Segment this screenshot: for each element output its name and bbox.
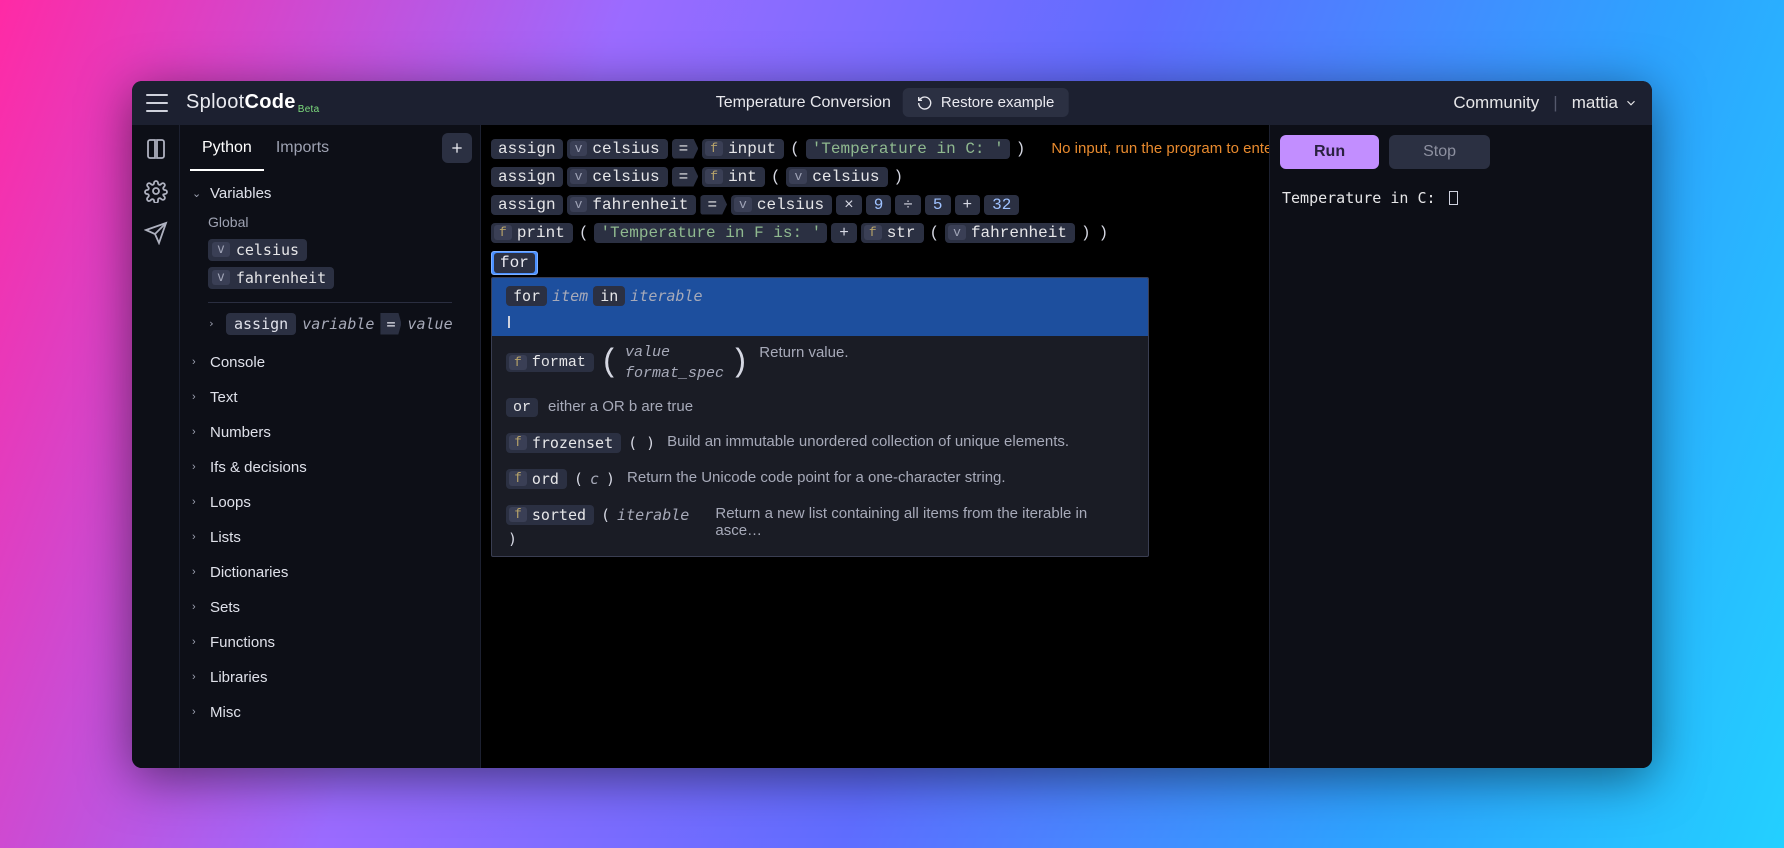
autocomplete-popup: for item in iterable fformat ( valueform… — [491, 277, 1149, 557]
section-sets[interactable]: ›Sets — [186, 590, 474, 625]
titlebar: SplootCodeBeta Temperature Conversion Re… — [132, 81, 1652, 125]
book-icon[interactable] — [144, 137, 168, 161]
side-panel: Python Imports ⌄Variables Global vcelsiu… — [180, 125, 481, 768]
cursor-indicator — [508, 316, 510, 328]
editing-token[interactable]: for — [491, 251, 538, 275]
section-numbers[interactable]: ›Numbers — [186, 415, 474, 450]
code-line: assign vfahrenheit = vcelsius × 9 ÷ 5 + … — [491, 191, 1259, 219]
section-variables[interactable]: ⌄Variables — [186, 177, 474, 210]
chevron-right-icon: › — [192, 356, 204, 368]
variable-chip[interactable]: vfahrenheit — [208, 264, 474, 292]
chevron-down-icon: ⌄ — [192, 187, 204, 200]
tab-imports[interactable]: Imports — [264, 125, 341, 171]
restore-example-button[interactable]: Restore example — [903, 88, 1068, 117]
chevron-right-icon: › — [208, 317, 220, 330]
section-lists[interactable]: ›Lists — [186, 520, 474, 555]
autocomplete-item[interactable]: for item in iterable — [492, 278, 1148, 336]
community-link[interactable]: Community — [1453, 93, 1539, 113]
section-ifs[interactable]: ›Ifs & decisions — [186, 450, 474, 485]
autocomplete-item[interactable]: or either a OR b are true — [492, 390, 1148, 425]
scope-label: Global — [186, 210, 474, 236]
input-hint: No input, run the program to enter inpu — [1051, 140, 1270, 157]
code-editor[interactable]: assign vcelsius = finput ( 'Temperature … — [481, 125, 1270, 768]
autocomplete-item[interactable]: ford (c) Return the Unicode code point f… — [492, 461, 1148, 497]
run-button[interactable]: Run — [1280, 135, 1379, 169]
chevron-down-icon — [1624, 96, 1638, 110]
variable-chip[interactable]: vcelsius — [208, 236, 474, 264]
section-console[interactable]: ›Console — [186, 345, 474, 380]
output-console[interactable]: Temperature in C: — [1270, 179, 1652, 768]
assign-template[interactable]: › assign variable = value — [208, 313, 474, 335]
stop-button[interactable]: Stop — [1389, 135, 1490, 169]
autocomplete-item[interactable]: fformat ( valueformat_spec ) Return valu… — [492, 336, 1148, 390]
section-text[interactable]: ›Text — [186, 380, 474, 415]
project-title: Temperature Conversion — [716, 94, 891, 112]
plus-icon — [449, 140, 465, 156]
autocomplete-item[interactable]: fsorted (iterable) Return a new list con… — [492, 497, 1148, 556]
add-button[interactable] — [442, 133, 472, 163]
app-window: SplootCodeBeta Temperature Conversion Re… — [132, 81, 1652, 768]
restore-icon — [917, 95, 933, 111]
left-rail — [132, 125, 180, 768]
run-panel: Run Stop Temperature in C: — [1270, 125, 1652, 768]
code-line: assign vcelsius = finput ( 'Temperature … — [491, 135, 1259, 163]
send-icon[interactable] — [144, 221, 168, 245]
section-dicts[interactable]: ›Dictionaries — [186, 555, 474, 590]
section-functions[interactable]: ›Functions — [186, 625, 474, 660]
gear-icon[interactable] — [144, 179, 168, 203]
menu-icon[interactable] — [146, 94, 168, 112]
section-loops[interactable]: ›Loops — [186, 485, 474, 520]
code-line: fprint ( 'Temperature in F is: ' + fstr … — [491, 219, 1259, 247]
code-line: assign vcelsius = fint ( vcelsius ) — [491, 163, 1259, 191]
input-cursor — [1449, 191, 1458, 205]
brand: SplootCodeBeta — [186, 91, 320, 114]
autocomplete-item[interactable]: ffrozenset () Build an immutable unorder… — [492, 425, 1148, 461]
tab-python[interactable]: Python — [190, 125, 264, 171]
editing-line: for — [491, 247, 1259, 279]
user-menu[interactable]: mattia — [1572, 93, 1638, 113]
section-libraries[interactable]: ›Libraries — [186, 660, 474, 695]
section-misc[interactable]: ›Misc — [186, 695, 474, 730]
